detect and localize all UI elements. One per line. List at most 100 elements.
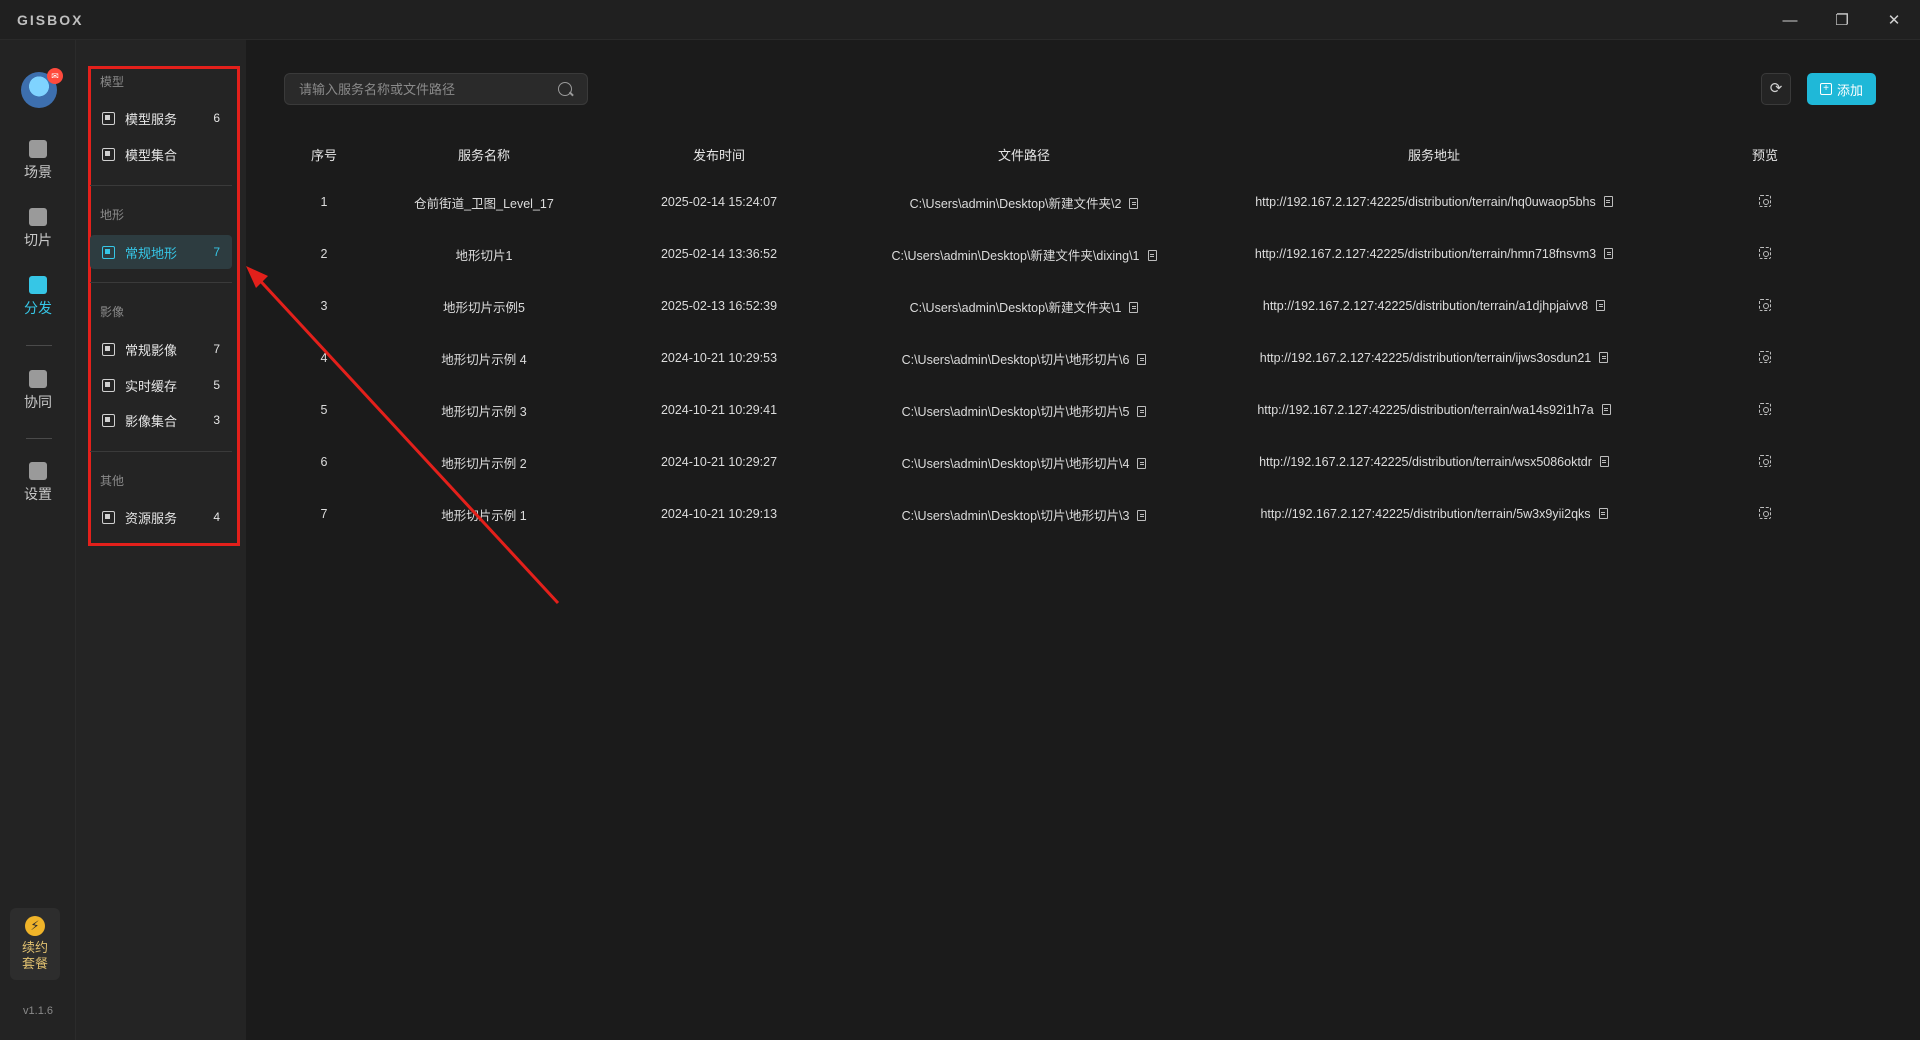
distribute-icon [29,276,47,294]
terrain-icon [102,245,115,259]
rail-item-distribute[interactable]: 分发 [0,276,76,318]
table-row: 1 仓前街道_卫图_Level_17 2025-02-14 15:24:07 C:\U… [284,176,1876,228]
refresh-button[interactable]: ⟳ [1761,73,1791,105]
nav-item-count: 7 [213,342,220,356]
copy-icon[interactable] [1137,457,1147,469]
copy-icon[interactable] [1601,404,1611,415]
copy-icon[interactable] [1604,248,1614,259]
copy-icon[interactable] [1129,301,1139,313]
window-controls: — ❐ ✕ [1764,0,1920,40]
message-badge-icon[interactable]: ✉ [47,68,63,84]
renew-label-line1: 续约 [21,940,48,955]
service-url-text: http://192.167.2.127:42225/distribution/… [1262,299,1589,313]
cell-publish-time: 2025-02-13 16:52:39 [660,299,778,313]
nav-item-resource-service[interactable]: 资源服务 4 [90,500,232,534]
cell-index: 4 [320,351,328,365]
cell-preview [1654,384,1876,436]
cell-publish-time: 2024-10-21 10:29:27 [660,455,778,469]
table-row: 2 地形切片1 2025-02-14 13:36:52 C:\Users\admin\… [284,228,1876,280]
lightning-icon: ⚡ [25,916,45,936]
copy-icon[interactable] [1137,353,1147,365]
cell-service-name: 地形切片1 [455,248,513,263]
table-header-row: 序号 服务名称 发布时间 文件路径 服务地址 预览 [284,132,1876,176]
search-icon[interactable] [558,82,572,96]
header-file-path: 文件路径 [997,147,1050,163]
cell-index: 7 [320,507,328,521]
copy-icon[interactable] [1599,352,1609,363]
renew-plan-button[interactable]: ⚡ 续约 套餐 [10,908,60,980]
copy-icon[interactable] [1147,249,1157,261]
app-logo: GISBOX [17,11,84,28]
preview-icon[interactable] [1759,194,1771,207]
cell-preview [1654,488,1876,540]
file-path-text: C:\Users\admin\Desktop\切片\地形切片\5 [901,404,1130,419]
rail-item-label: 场景 [24,164,52,180]
table-row: 6 地形切片示例 2 2024-10-21 10:29:27 C:\Users\adm… [284,436,1876,488]
copy-icon[interactable] [1598,508,1608,519]
group-title-terrain: 地形 [100,208,125,222]
service-url-text: http://192.167.2.127:42225/distribution/… [1254,247,1597,261]
nav-item-model-service[interactable]: 模型服务 6 [90,101,232,135]
model-icon [102,147,115,161]
avatar[interactable]: ✉ [21,68,63,108]
preview-icon[interactable] [1759,298,1771,311]
search-input[interactable] [284,73,588,105]
cell-publish-time: 2024-10-21 10:29:53 [660,351,778,365]
close-button[interactable]: ✕ [1868,0,1920,40]
cell-service-name: 仓前街道_卫图_Level_17 [414,196,554,211]
nav-item-label: 模型集合 [125,147,178,163]
header-service-name: 服务名称 [457,147,510,163]
minimize-button[interactable]: — [1764,0,1816,40]
copy-icon[interactable] [1129,197,1139,209]
cell-preview [1654,176,1876,228]
add-button[interactable]: + 添加 [1807,73,1876,105]
cell-preview [1654,280,1876,332]
cell-index: 6 [320,455,328,469]
restore-button[interactable]: ❐ [1816,0,1868,40]
nav-item-regular-terrain[interactable]: 常规地形 7 [90,235,232,269]
copy-icon[interactable] [1596,300,1606,311]
nav-divider [90,282,232,283]
resource-icon [102,510,115,524]
nav-item-imagery-collection[interactable]: 影像集合 3 [90,403,232,437]
copy-icon[interactable] [1137,509,1147,521]
rail-item-label: 切片 [24,232,52,248]
table-row: 3 地形切片示例5 2025-02-13 16:52:39 C:\Users\admi… [284,280,1876,332]
copy-icon[interactable] [1137,405,1147,417]
group-title-model: 模型 [100,75,125,89]
preview-icon[interactable] [1759,402,1771,415]
nav-item-realtime-cache[interactable]: 实时缓存 5 [90,368,232,402]
copy-icon[interactable] [1599,456,1609,467]
copy-icon[interactable] [1603,196,1613,207]
cell-service-url: http://192.167.2.127:42225/distribution/… [1214,176,1654,228]
preview-icon[interactable] [1759,246,1771,259]
cell-preview [1654,228,1876,280]
nav-item-label: 资源服务 [125,510,178,526]
rail-item-scene[interactable]: 场景 [0,140,76,182]
cell-preview [1654,332,1876,384]
header-index: 序号 [310,147,337,163]
app-version: v1.1.6 [23,1005,53,1017]
cell-index: 2 [320,247,328,261]
nav-item-regular-imagery[interactable]: 常规影像 7 [90,332,232,366]
cell-index: 3 [320,299,328,313]
nav-divider [90,451,232,452]
nav-item-model-collection[interactable]: 模型集合 [90,137,232,171]
header-service-url: 服务地址 [1407,147,1460,163]
cell-service-url: http://192.167.2.127:42225/distribution/… [1214,488,1654,540]
rail-item-slice[interactable]: 切片 [0,208,76,250]
rail-item-collab[interactable]: 协同 [0,370,76,412]
cell-publish-time: 2024-10-21 10:29:41 [660,403,778,417]
service-url-text: http://192.167.2.127:42225/distribution/… [1260,507,1591,521]
preview-icon[interactable] [1759,506,1771,519]
preview-icon[interactable] [1759,350,1771,363]
preview-icon[interactable] [1759,454,1771,467]
cell-service-url: http://192.167.2.127:42225/distribution/… [1214,384,1654,436]
file-path-text: C:\Users\admin\Desktop\新建文件夹\dixing\1 [891,248,1140,263]
title-bar: GISBOX — ❐ ✕ [0,0,1920,40]
nav-item-label: 常规影像 [125,342,178,358]
header-preview: 预览 [1751,147,1778,163]
nav-item-label: 实时缓存 [125,378,178,394]
rail-divider [26,345,52,346]
rail-item-settings[interactable]: 设置 [0,462,76,504]
